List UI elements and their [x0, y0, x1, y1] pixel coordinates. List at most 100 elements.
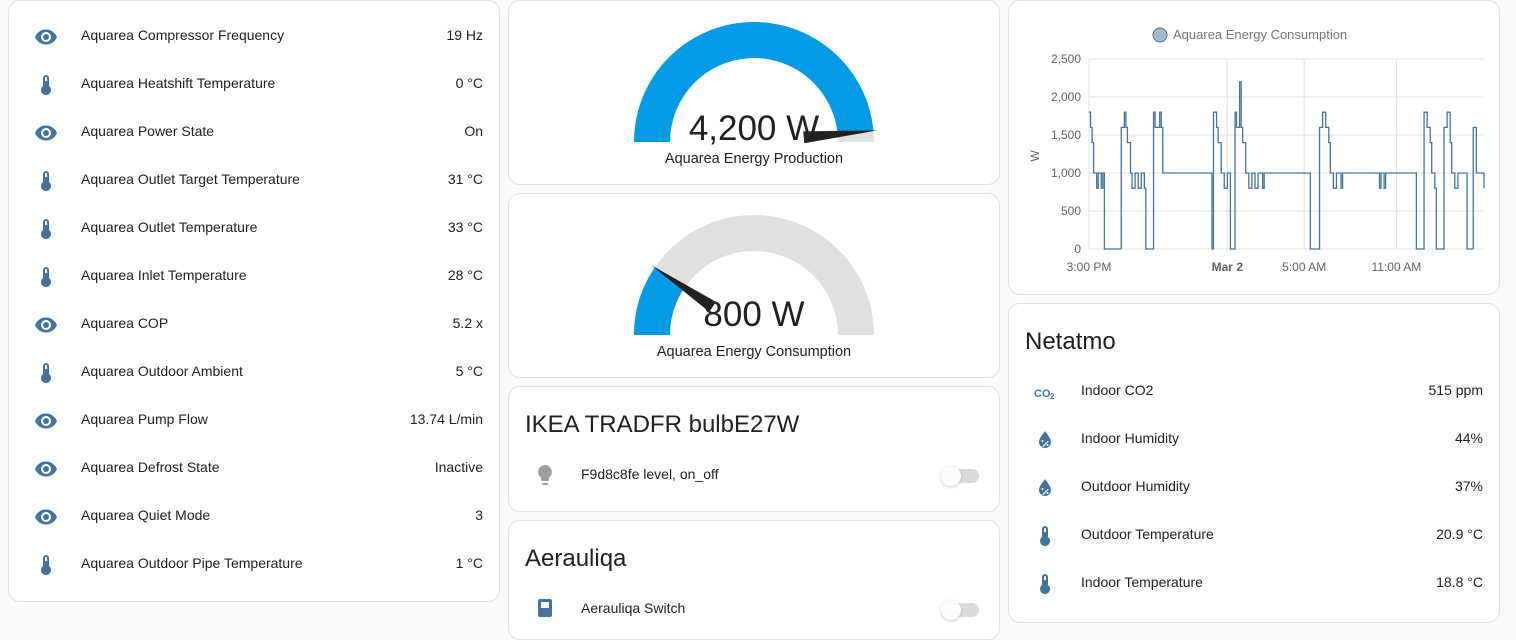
- thermometer-icon: [34, 361, 58, 385]
- entity-row[interactable]: CO 2 Indoor CO2 515 ppm: [1009, 368, 1499, 416]
- entity-label: Outdoor Temperature: [1081, 526, 1214, 542]
- entity-label: Aquarea Defrost State: [81, 459, 220, 475]
- thermometer-icon: [34, 169, 58, 193]
- gauge-value: 800 W: [703, 295, 805, 334]
- entity-row[interactable]: Indoor Temperature 18.8 °C: [1009, 560, 1499, 608]
- entity-row[interactable]: Aquarea Defrost State Inactive: [9, 445, 499, 493]
- svg-text:CO: CO: [1034, 388, 1051, 400]
- entity-row[interactable]: Aquarea Pump Flow 13.74 L/min: [9, 397, 499, 445]
- humidity-icon: [1033, 476, 1057, 500]
- ikea-bulb-card: IKEA TRADFR bulbE27W F9d8c8fe level, on_…: [508, 386, 1000, 512]
- entity-row[interactable]: Aquarea Outdoor Ambient 5 °C: [9, 349, 499, 397]
- card-title: Netatmo: [1025, 328, 1116, 355]
- entity-label: Outdoor Humidity: [1081, 478, 1190, 494]
- entity-value: 19 Hz: [446, 27, 483, 43]
- gauge-name: Aquarea Energy Production: [664, 151, 844, 167]
- x-tick-label: 11:00 AM: [1371, 260, 1421, 274]
- entity-row[interactable]: Aquarea Power State On: [9, 109, 499, 157]
- entity-value: 515 ppm: [1428, 382, 1483, 398]
- thermometer-icon: [1033, 524, 1057, 548]
- energy-production-gauge-card[interactable]: 4,200 W Aquarea Energy Production: [508, 0, 1000, 185]
- eye-icon: [34, 409, 58, 433]
- entity-row[interactable]: Aquarea Inlet Temperature 28 °C: [9, 253, 499, 301]
- entity-value: 28 °C: [447, 267, 483, 283]
- entity-value: 18.8 °C: [1436, 574, 1483, 590]
- entity-value: 20.9 °C: [1436, 526, 1483, 542]
- netatmo-card: Netatmo CO 2 Indoor CO2 515 ppm Indoor Humid…: [1008, 303, 1500, 623]
- x-axis-ticks: 3:00 PM Mar 2 5:00 AM 11:00 AM: [1067, 260, 1422, 274]
- y-tick-label: 2,500: [1051, 52, 1081, 66]
- entity-value: 0 °C: [455, 75, 483, 91]
- thermometer-icon: [34, 553, 58, 577]
- eye-icon: [34, 25, 58, 49]
- thermometer-icon: [1033, 572, 1057, 596]
- y-axis-ticks: 0 500 1,000 1,500 2,000 2,500: [1051, 52, 1081, 256]
- entity-row[interactable]: Aquarea Outlet Temperature 33 °C: [9, 205, 499, 253]
- entity-label: Aquarea Pump Flow: [81, 411, 208, 427]
- chart-legend[interactable]: Aquarea Energy Consumption: [1152, 27, 1347, 43]
- y-tick-label: 2,000: [1051, 90, 1081, 104]
- humidity-icon: [1033, 428, 1057, 452]
- entity-label: Aquarea Compressor Frequency: [81, 27, 285, 43]
- y-tick-label: 0: [1074, 242, 1081, 256]
- entity-label: Aquarea Heatshift Temperature: [81, 75, 276, 91]
- y-tick-label: 500: [1061, 204, 1081, 218]
- x-tick-label: 5:00 AM: [1282, 260, 1326, 274]
- entity-label: Aquarea Outlet Target Temperature: [81, 171, 300, 187]
- series-line-energy-consumption: [1089, 81, 1485, 250]
- entity-row[interactable]: Indoor Humidity 44%: [1009, 416, 1499, 464]
- entity-label: Aquarea Inlet Temperature: [81, 267, 247, 283]
- entity-row[interactable]: Aquarea Heatshift Temperature 0 °C: [9, 61, 499, 109]
- thermometer-icon: [34, 73, 58, 97]
- entity-label[interactable]: F9d8c8fe level, on_off: [581, 466, 719, 482]
- entity-value: 5 °C: [455, 363, 483, 379]
- entity-label: Aquarea Power State: [81, 123, 215, 139]
- entity-label: Indoor Temperature: [1081, 574, 1203, 590]
- entity-value: 3: [475, 507, 483, 523]
- entity-label: Aquarea Outlet Temperature: [81, 219, 258, 235]
- svg-text:2: 2: [1050, 392, 1055, 401]
- entity-row[interactable]: Outdoor Temperature 20.9 °C: [1009, 512, 1499, 560]
- bulb-toggle[interactable]: [941, 466, 979, 486]
- card-title: IKEA TRADFR bulbE27W: [525, 411, 800, 438]
- entity-value: On: [464, 123, 483, 139]
- chart-grid: [1088, 58, 1484, 250]
- entity-value: 13.74 L/min: [409, 411, 483, 427]
- legend-swatch: [1152, 27, 1168, 43]
- thermometer-icon: [34, 265, 58, 289]
- entity-row[interactable]: Aquarea Quiet Mode 3: [9, 493, 499, 541]
- entity-value: 1 °C: [455, 555, 483, 571]
- entity-row[interactable]: Outdoor Humidity 37%: [1009, 464, 1499, 512]
- aquarea-entities-card: Aquarea Compressor Frequency 19 Hz Aquarea…: [8, 0, 500, 602]
- entity-row[interactable]: Aquarea Outlet Target Temperature 31 °C: [9, 157, 499, 205]
- x-tick-label: 3:00 PM: [1067, 260, 1112, 274]
- energy-consumption-gauge-card[interactable]: 800 W Aquarea Energy Consumption: [508, 193, 1000, 378]
- gauge-value: 4,200 W: [688, 109, 820, 148]
- entity-value: 5.2 x: [452, 315, 483, 331]
- entity-label: Aquarea Outdoor Pipe Temperature: [81, 555, 303, 571]
- card-title: Aerauliqa: [525, 545, 627, 572]
- entity-row[interactable]: Aquarea Outdoor Pipe Temperature 1 °C: [9, 541, 499, 589]
- entity-label[interactable]: Aerauliqa Switch: [581, 600, 685, 616]
- eye-icon: [34, 505, 58, 529]
- entity-label: Indoor Humidity: [1081, 430, 1180, 446]
- entity-value: 37%: [1454, 478, 1483, 494]
- fan-switch-icon[interactable]: [533, 597, 557, 621]
- history-chart: Aquarea Energy Consumption 0 500 1,000 1,50…: [1028, 27, 1485, 274]
- x-tick-label: Mar 2: [1212, 260, 1244, 274]
- entity-label: Aquarea Quiet Mode: [81, 507, 211, 523]
- thermometer-icon: [34, 217, 58, 241]
- aerauliqa-card: Aerauliqa Aerauliqa Switch: [508, 520, 1000, 640]
- legend-label: Aquarea Energy Consumption: [1173, 27, 1347, 42]
- entity-row[interactable]: Aquarea Compressor Frequency 19 Hz: [9, 13, 499, 61]
- entity-row[interactable]: Aquarea COP 5.2 x: [9, 301, 499, 349]
- energy-consumption-history-card[interactable]: Aquarea Energy Consumption 0 500 1,000 1,50…: [1008, 0, 1500, 295]
- switch-toggle[interactable]: [941, 600, 979, 620]
- y-tick-label: 1,000: [1051, 166, 1081, 180]
- y-tick-label: 1,500: [1051, 128, 1081, 142]
- gauge-name: Aquarea Energy Consumption: [656, 344, 852, 360]
- bulb-icon[interactable]: [533, 463, 557, 487]
- entity-value: 44%: [1454, 430, 1483, 446]
- y-axis-label: W: [1028, 150, 1042, 162]
- entity-value: 31 °C: [447, 171, 483, 187]
